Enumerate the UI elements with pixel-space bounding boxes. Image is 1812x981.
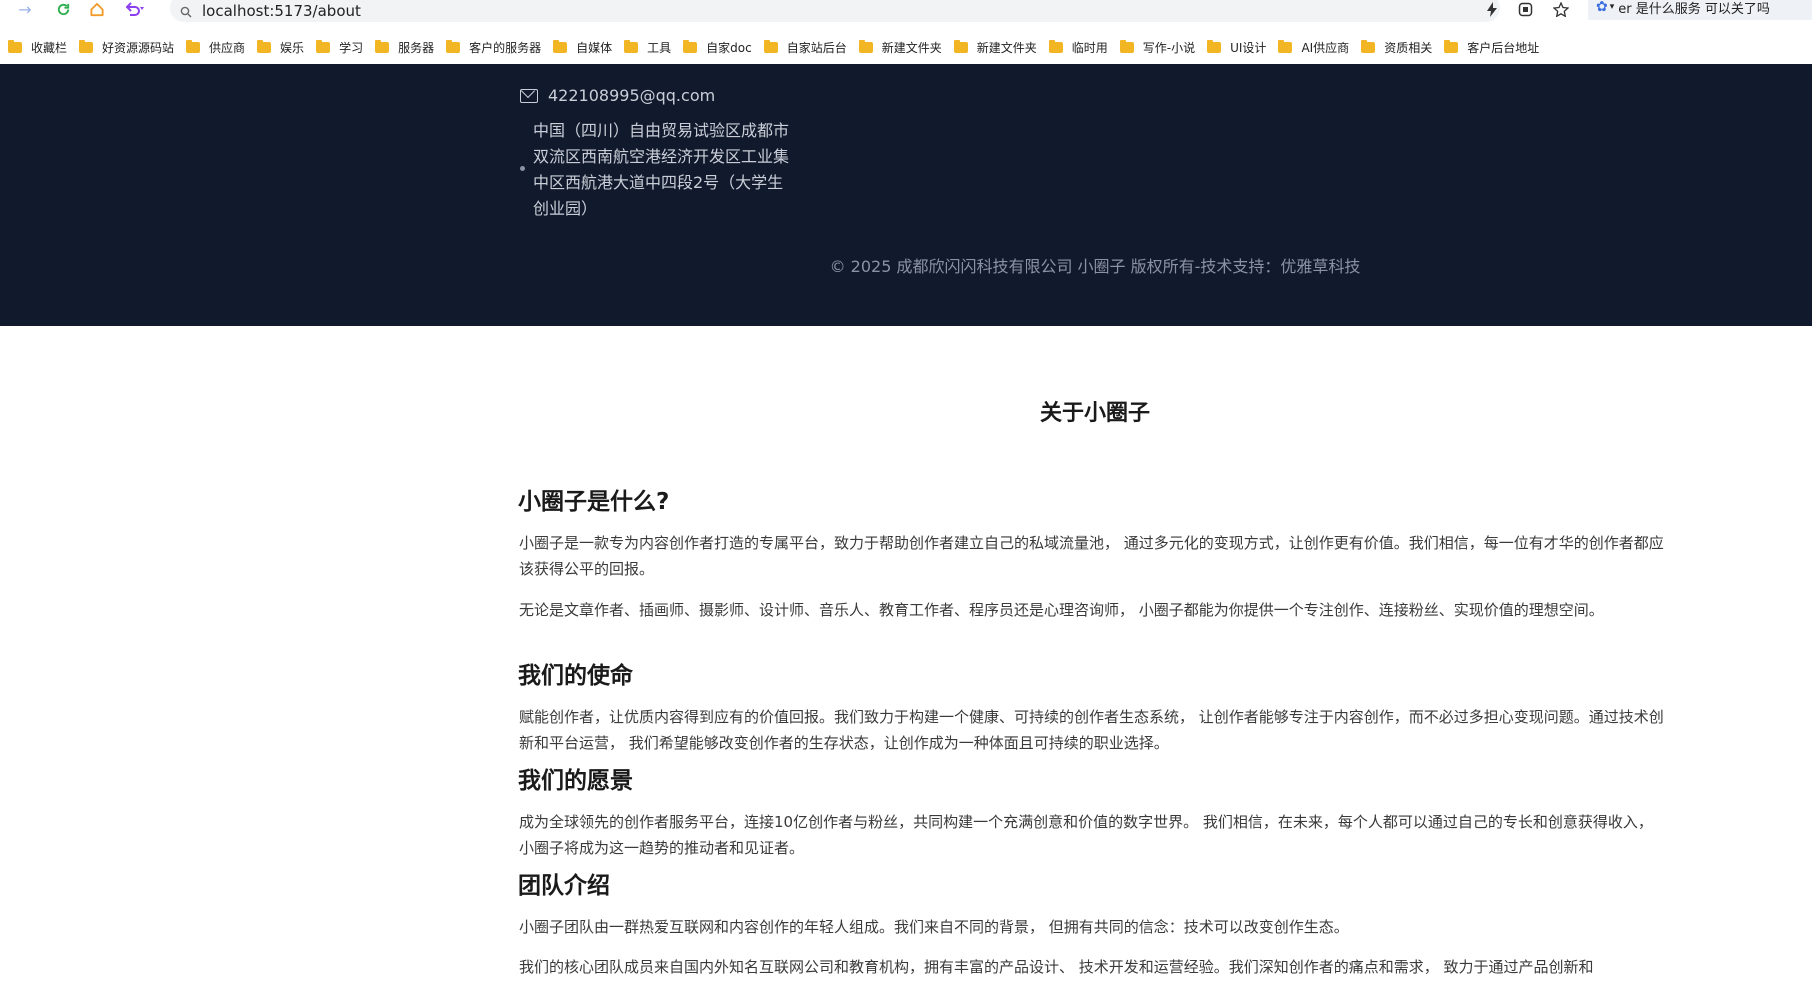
mail-icon xyxy=(520,88,538,103)
section-heading-vision: 我们的愿景 xyxy=(518,768,633,794)
folder-icon xyxy=(316,39,331,53)
folder-icon xyxy=(375,39,390,53)
folder-icon xyxy=(8,39,22,53)
browser-toolbar: → localhost:5173/about ✿ ▾ er 是什么服务 可以关了… xyxy=(0,0,1812,22)
bookmark-item[interactable]: 学习 xyxy=(316,39,363,56)
folder-icon xyxy=(763,39,778,53)
bookmark-item[interactable]: 资质相关 xyxy=(1361,39,1432,56)
folder-icon xyxy=(953,39,968,53)
folder-icon xyxy=(553,39,568,53)
section-heading-mission: 我们的使命 xyxy=(518,663,633,689)
folder-icon xyxy=(1048,39,1063,53)
folder-icon xyxy=(858,39,873,53)
paragraph: 我们的核心团队成员来自国内外知名互联网公司和教育机构，拥有丰富的产品设计、 技术… xyxy=(519,958,1594,976)
bookmark-item[interactable]: 供应商 xyxy=(186,39,245,56)
bookmark-item[interactable]: 客户的服务器 xyxy=(446,39,541,56)
bookmark-item[interactable]: 工具 xyxy=(624,39,671,56)
email-text[interactable]: 422108995@qq.com xyxy=(548,86,715,105)
lightning-icon[interactable] xyxy=(1486,0,1498,18)
bullet-dot-icon xyxy=(520,166,525,171)
bookmark-item[interactable]: UI设计 xyxy=(1207,39,1266,56)
assistant-widget[interactable]: ✿ ▾ er 是什么服务 可以关了吗 xyxy=(1588,0,1812,20)
site-footer: 422108995@qq.com 中国（四川）自由贸易试验区成都市双流区西南航空… xyxy=(0,64,1812,326)
bookmark-item[interactable]: 收藏栏 xyxy=(8,39,67,56)
folder-icon xyxy=(1119,39,1134,53)
paragraph: 无论是文章作者、插画师、摄影师、设计师、音乐人、教育工作者、程序员还是心理咨询师… xyxy=(519,601,1604,619)
folder-icon xyxy=(624,39,639,53)
folder-icon xyxy=(1207,39,1222,53)
folder-icon xyxy=(186,39,201,53)
bookmark-item[interactable]: 自媒体 xyxy=(553,39,612,56)
bookmark-item[interactable]: 新建文件夹 xyxy=(953,39,1037,56)
folder-icon xyxy=(79,39,94,53)
forward-icon[interactable]: → xyxy=(14,0,36,19)
copyright-text: © 2025 成都欣闪闪科技有限公司 小圈子 版权所有-技术支持：优雅草科技 xyxy=(829,257,1361,276)
paragraph: 小圈子是一款专为内容创作者打造的专属平台，致力于帮助创作者建立自己的私域流量池，… xyxy=(519,534,1664,578)
extension-icon[interactable] xyxy=(1518,0,1533,18)
folder-icon xyxy=(683,39,698,53)
bookmarks-bar: 收藏栏 好资源源码站 供应商 娱乐 学习 服务器 客户的服务器 自媒体 工具 自… xyxy=(0,34,1812,60)
company-address: 中国（四川）自由贸易试验区成都市双流区西南航空港经济开发区工业集中区西航港大道中… xyxy=(533,121,790,218)
bookmark-item[interactable]: 新建文件夹 xyxy=(858,39,942,56)
contact-email: 422108995@qq.com xyxy=(520,86,715,105)
paragraph: 小圈子团队由一群热爱互联网和内容创作的年轻人组成。我们来自不同的背景， 但拥有共… xyxy=(519,918,1349,936)
chevron-down-icon: ▾ xyxy=(1609,2,1615,12)
bookmark-item[interactable]: 服务器 xyxy=(375,39,434,56)
star-icon[interactable] xyxy=(1553,0,1569,18)
bookmark-item[interactable]: 写作-小说 xyxy=(1119,39,1195,56)
assistant-text: er 是什么服务 可以关了吗 xyxy=(1618,1,1770,17)
search-icon xyxy=(180,4,194,18)
undo-history-icon[interactable] xyxy=(124,0,146,18)
page-title: 关于小圈子 xyxy=(1039,401,1150,426)
folder-icon xyxy=(1278,39,1293,53)
folder-icon xyxy=(257,39,272,53)
address-bar[interactable]: localhost:5173/about xyxy=(170,0,1500,22)
section-heading-what: 小圈子是什么? xyxy=(518,489,670,515)
folder-icon xyxy=(1444,39,1459,53)
reload-icon[interactable] xyxy=(52,0,74,18)
bookmark-item[interactable]: 自家doc xyxy=(683,39,752,56)
paw-icon: ✿ xyxy=(1596,0,1608,15)
paragraph: 赋能创作者，让优质内容得到应有的价值回报。我们致力于构建一个健康、可持续的创作者… xyxy=(519,708,1664,752)
folder-icon xyxy=(1361,39,1376,53)
home-icon[interactable] xyxy=(86,0,108,18)
section-heading-team: 团队介绍 xyxy=(518,873,610,899)
bookmark-item[interactable]: 自家站后台 xyxy=(763,39,847,56)
paragraph: 成为全球领先的创作者服务平台，连接10亿创作者与粉丝，共同构建一个充满创意和价值… xyxy=(519,813,1653,857)
url-text: localhost:5173/about xyxy=(202,2,361,20)
bookmark-item[interactable]: 娱乐 xyxy=(257,39,304,56)
bookmark-item[interactable]: AI供应商 xyxy=(1278,39,1349,56)
bookmark-item[interactable]: 好资源源码站 xyxy=(79,39,174,56)
folder-icon xyxy=(446,39,461,53)
bookmark-item[interactable]: 临时用 xyxy=(1048,39,1108,56)
bookmark-item[interactable]: 客户后台地址 xyxy=(1444,39,1539,56)
